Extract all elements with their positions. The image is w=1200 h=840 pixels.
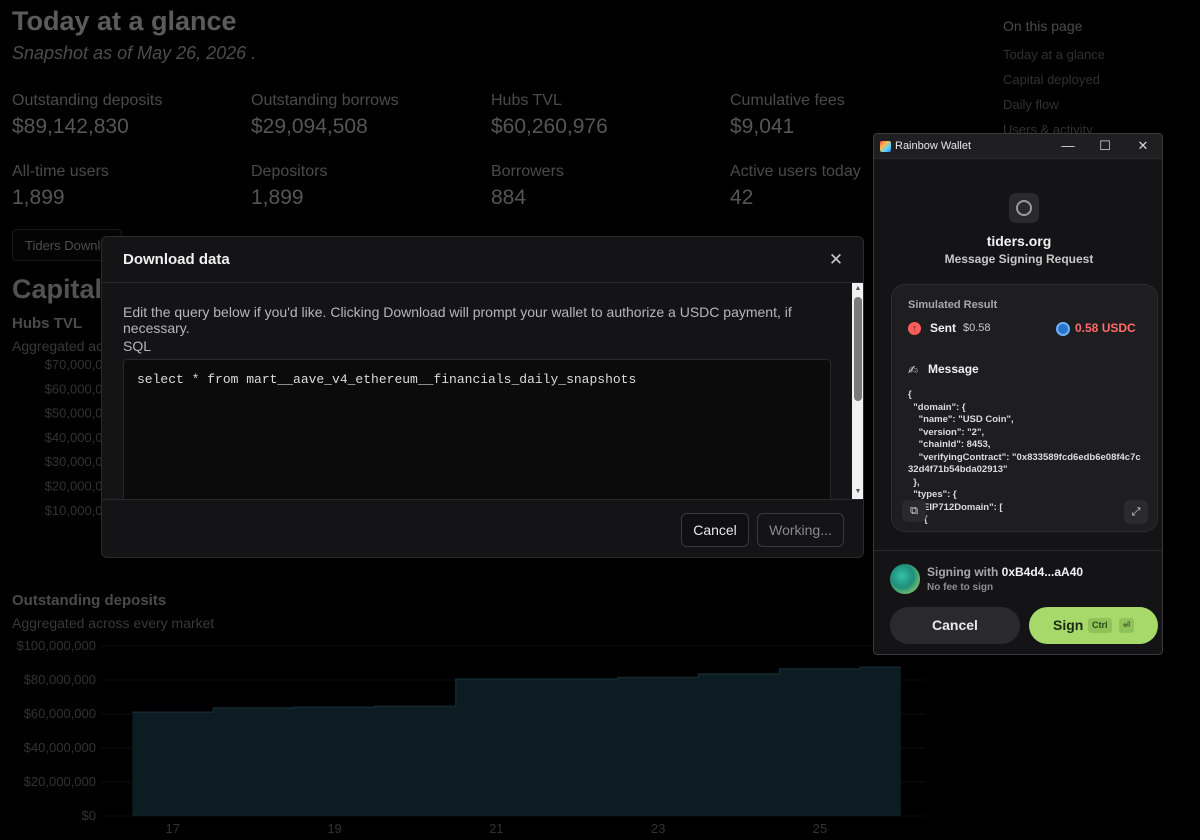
- modal-body: Edit the query below if you'd like. Clic…: [102, 283, 852, 509]
- rainbow-logo-icon: [880, 141, 891, 152]
- deposits-area: [132, 667, 901, 816]
- token-amount: 0.58 USDC: [1075, 321, 1136, 335]
- page-title: Today at a glance: [12, 6, 237, 36]
- wallet-cancel-button[interactable]: Cancel: [890, 607, 1020, 644]
- sql-label: SQL: [123, 338, 152, 354]
- download-modal: Download data ✕ Edit the query below if …: [101, 236, 864, 558]
- minimize-icon[interactable]: —: [1059, 137, 1077, 155]
- sent-label: Sent: [930, 321, 957, 335]
- scrollbar-thumb[interactable]: [854, 297, 862, 401]
- x-tick-label: 17: [166, 821, 180, 836]
- x-tick-label: 21: [489, 821, 503, 836]
- x-tick-label: 19: [327, 821, 341, 836]
- stat-label: Borrowers: [491, 163, 564, 180]
- y-tick-label: $0: [82, 808, 96, 823]
- wallet-titlebar: Rainbow Wallet — ☐ ✕: [874, 134, 1162, 159]
- signature-icon: ✍: [908, 363, 919, 377]
- maximize-icon[interactable]: ☐: [1096, 137, 1114, 155]
- stat-hubs-tvl: Hubs TVL $60,260,976: [491, 92, 721, 139]
- stat-value: 884: [491, 186, 527, 209]
- modal-scrollbar[interactable]: ▲ ▼: [852, 283, 863, 499]
- message-label: Message: [928, 362, 979, 376]
- compass-icon: [1009, 193, 1039, 223]
- window-close-icon[interactable]: ✕: [1134, 137, 1152, 155]
- stat-value: $29,094,508: [251, 115, 368, 138]
- stat-borrowers: Borrowers 884: [491, 163, 721, 210]
- stat-label: Outstanding borrows: [251, 92, 399, 109]
- modal-footer: Cancel Working...: [102, 499, 863, 557]
- wallet-window-title: Rainbow Wallet: [895, 140, 972, 152]
- cancel-button[interactable]: Cancel: [681, 513, 749, 547]
- outstanding-deposits-chart: $100,000,000 $80,000,000 $60,000,000 $40,00…: [16, 638, 925, 836]
- signing-prefix: Signing with: [927, 565, 1002, 579]
- signing-address: 0xB4d4...aA40: [1001, 565, 1084, 579]
- y-tick-label: $40,000,000: [24, 740, 96, 755]
- stat-cumulative-fees: Cumulative fees $9,041: [730, 92, 960, 139]
- sql-editor[interactable]: select * from mart__aave_v4_ethereum__fi…: [123, 359, 831, 509]
- signing-details-card: Simulated Result ↑ Sent $0.58 0.58 USDC …: [891, 284, 1158, 532]
- request-site: tiders.org: [986, 233, 1052, 249]
- message-json: { "domain": { "name": "USD Coin", "versi…: [908, 389, 1141, 525]
- toc-item-daily-flow[interactable]: Daily flow: [1003, 97, 1105, 122]
- stat-outstanding-borrows: Outstanding borrows $29,094,508: [251, 92, 481, 139]
- copy-icon[interactable]: ⧉: [902, 500, 926, 522]
- stat-value: 1,899: [12, 186, 65, 209]
- y-tick-label: $80,000,000: [24, 672, 96, 687]
- stat-label: Cumulative fees: [730, 92, 845, 109]
- page-subtitle: Snapshot as of May 26, 2026 .: [12, 43, 257, 63]
- sign-button[interactable]: Sign Ctrl ⏎: [1029, 607, 1158, 644]
- download-working-button[interactable]: Working...: [757, 513, 844, 547]
- stat-label: Depositors: [251, 163, 328, 180]
- table-of-contents: On this page Today at a glance Capital d…: [1003, 18, 1105, 147]
- stat-label: Hubs TVL: [491, 92, 562, 109]
- stat-label: Outstanding deposits: [12, 92, 163, 109]
- stat-outstanding-deposits: Outstanding deposits $89,142,830: [12, 92, 242, 139]
- expand-icon[interactable]: ⤢: [1124, 500, 1148, 524]
- sign-button-label: Sign: [1053, 617, 1084, 633]
- scroll-down-icon[interactable]: ▼: [854, 488, 862, 496]
- deposits-chart-title: Outstanding deposits: [12, 592, 167, 609]
- sent-amount: $0.58: [963, 322, 991, 334]
- request-type: Message Signing Request: [944, 252, 1094, 266]
- x-tick-label: 23: [651, 821, 665, 836]
- stat-value: 1,899: [251, 186, 304, 209]
- y-tick-label: $60,000,000: [24, 706, 96, 721]
- stat-value: $89,142,830: [12, 115, 129, 138]
- usdc-token-icon: [1056, 322, 1070, 336]
- enter-key-icon: ⏎: [1119, 618, 1134, 633]
- y-tick-label: $20,000,000: [24, 774, 96, 789]
- wallet-window: Rainbow Wallet — ☐ ✕ tiders.org Message …: [873, 133, 1163, 655]
- toc-item-today[interactable]: Today at a glance: [1003, 47, 1105, 72]
- simulated-result-label: Simulated Result: [908, 299, 998, 311]
- deposits-chart-subtitle: Aggregated across every market: [12, 615, 215, 631]
- arrow-up-icon: ↑: [908, 322, 921, 335]
- close-icon[interactable]: ✕: [827, 251, 845, 269]
- stat-all-time-users: All-time users 1,899: [12, 163, 242, 210]
- scroll-up-icon[interactable]: ▲: [854, 285, 862, 293]
- x-tick-label: 25: [813, 821, 827, 836]
- modal-title: Download data: [123, 251, 230, 268]
- stat-depositors: Depositors 1,899: [251, 163, 481, 210]
- y-tick-label: $100,000,000: [16, 638, 96, 653]
- stat-label: All-time users: [12, 163, 109, 180]
- toc-heading: On this page: [1003, 18, 1083, 34]
- shortcut-ctrl: Ctrl: [1088, 618, 1112, 633]
- modal-header: Download data ✕: [102, 237, 863, 283]
- signing-with: Signing with 0xB4d4...aA40: [927, 565, 1083, 579]
- divider: [874, 550, 1162, 551]
- avatar: [890, 564, 920, 594]
- stat-value: $60,260,976: [491, 115, 608, 138]
- modal-description: Edit the query below if you'd like. Clic…: [123, 304, 792, 336]
- no-fee-label: No fee to sign: [927, 582, 994, 593]
- toc-item-capital[interactable]: Capital deployed: [1003, 72, 1105, 97]
- hubs-tvl-chart-title: Hubs TVL: [12, 315, 82, 332]
